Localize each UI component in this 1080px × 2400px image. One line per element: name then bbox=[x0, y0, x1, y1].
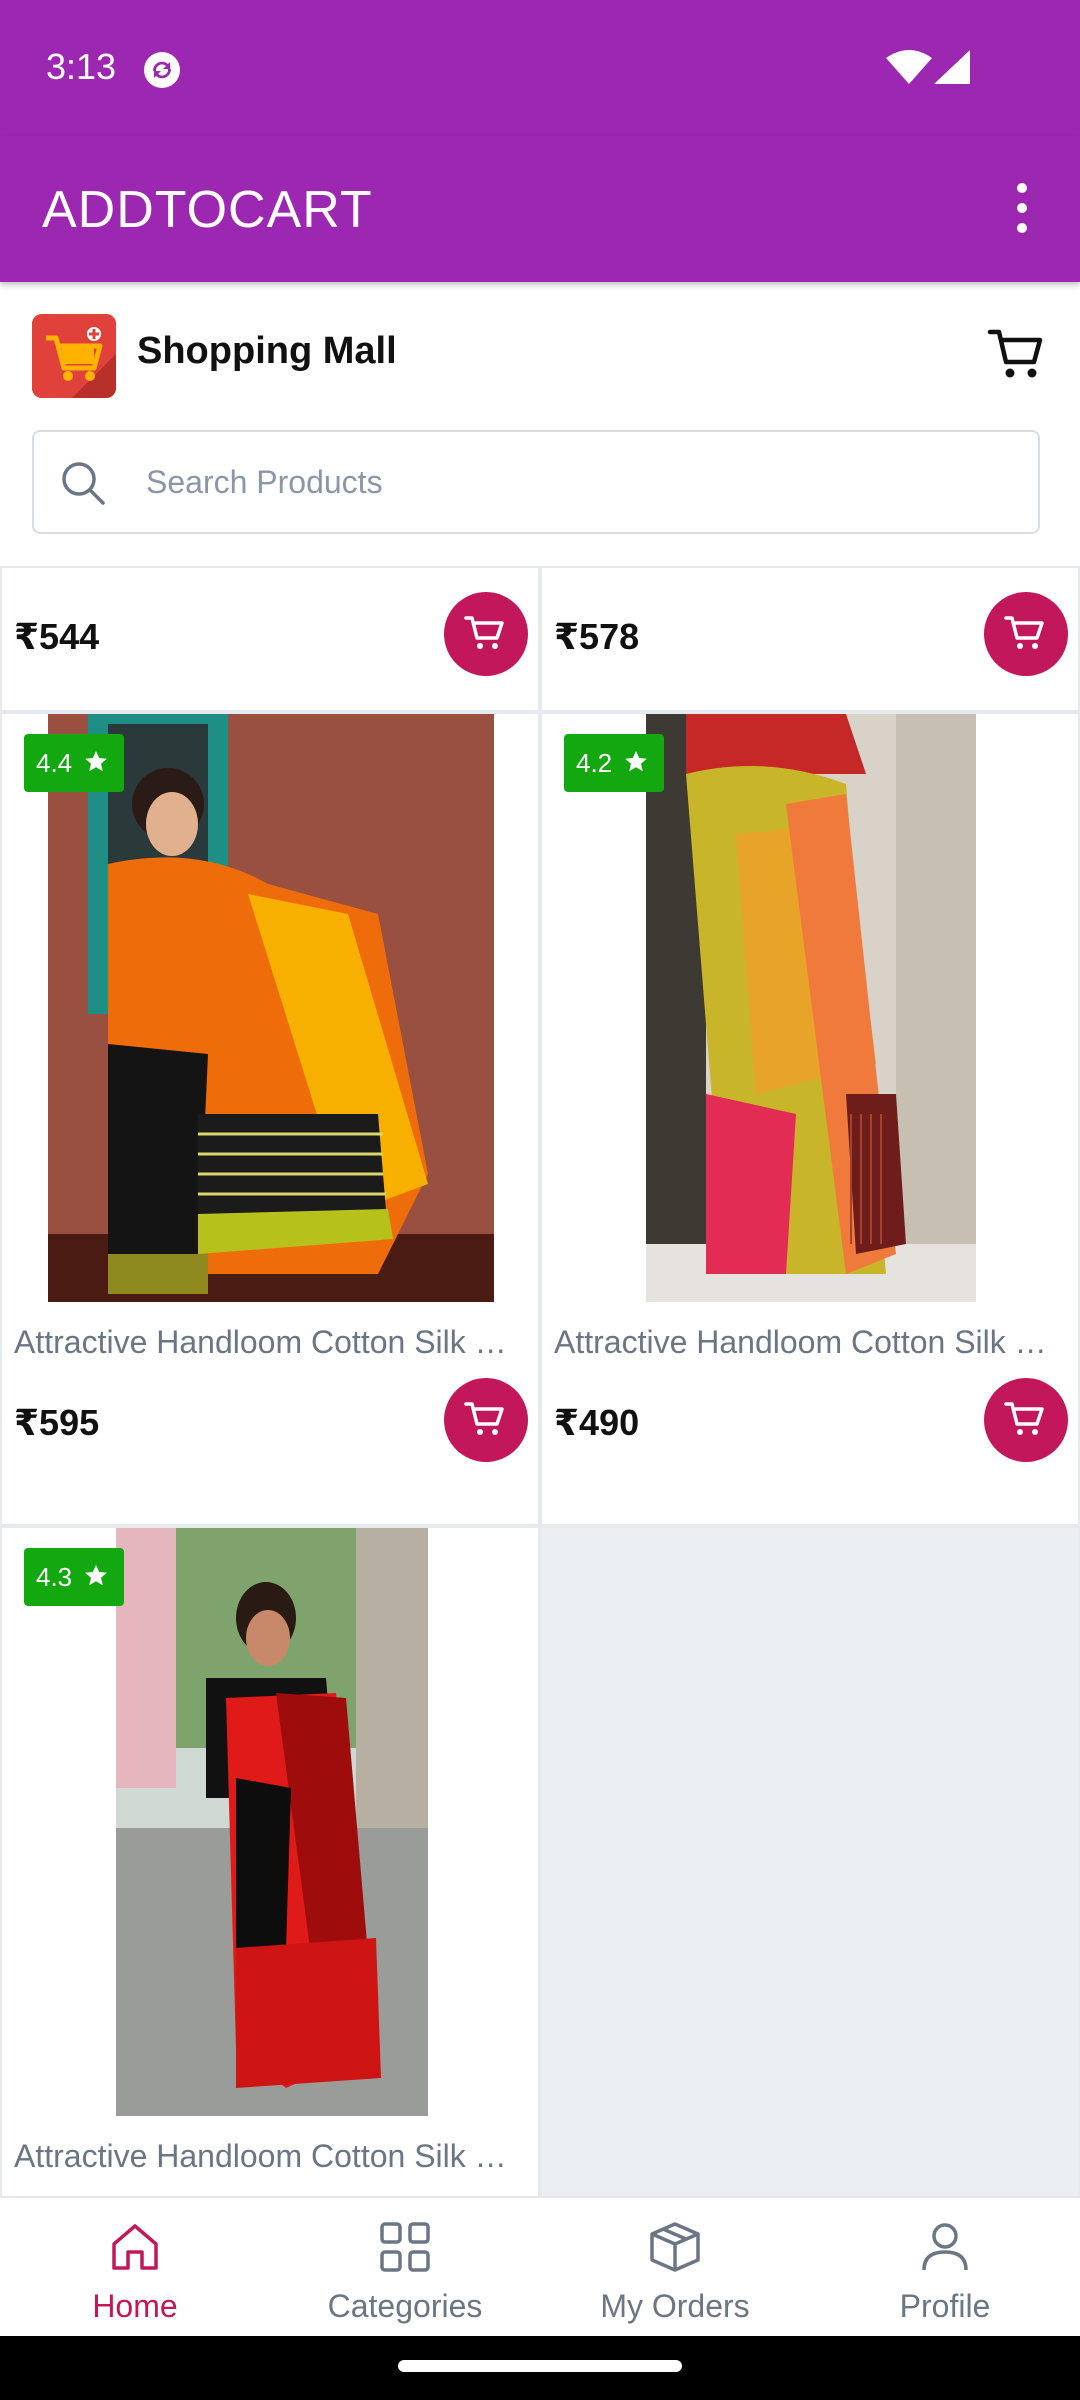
product-image[interactable] bbox=[48, 714, 494, 1302]
add-to-cart-button[interactable] bbox=[444, 1378, 528, 1462]
rating-badge: 4.2 bbox=[564, 734, 664, 792]
product-image[interactable] bbox=[116, 1528, 428, 2116]
product-price: ₹490 bbox=[554, 1402, 640, 1443]
add-to-cart-button[interactable] bbox=[984, 1378, 1068, 1462]
product-card[interactable]: ₹578 bbox=[540, 566, 1080, 712]
product-card[interactable]: 4.2 Attractive Handloom Cotton Silk Sare… bbox=[540, 712, 1080, 1526]
nav-home[interactable]: Home bbox=[0, 2198, 270, 2338]
add-to-cart-button[interactable] bbox=[984, 592, 1068, 676]
cart-icon[interactable] bbox=[986, 326, 1046, 382]
search-input[interactable] bbox=[146, 450, 1006, 514]
system-gesture-bar bbox=[0, 2336, 1080, 2400]
home-icon bbox=[112, 2224, 158, 2270]
signal-icon bbox=[934, 50, 970, 84]
search-icon bbox=[62, 462, 105, 505]
star-icon bbox=[85, 751, 107, 772]
star-icon bbox=[85, 1565, 107, 1586]
home-gesture-handle[interactable] bbox=[398, 2360, 682, 2372]
nav-my-orders[interactable]: My Orders bbox=[540, 2198, 810, 2338]
product-title[interactable]: Attractive Handloom Cotton Silk Saree bbox=[554, 1324, 1064, 1361]
nav-profile[interactable]: Profile bbox=[810, 2198, 1080, 2338]
overflow-menu-icon[interactable] bbox=[1000, 176, 1044, 240]
status-bar: 3:13 bbox=[0, 0, 1080, 136]
rating-value: 4.2 bbox=[576, 748, 613, 778]
store-header: Shopping Mall bbox=[0, 290, 1080, 420]
cart-icon bbox=[464, 616, 504, 649]
product-title[interactable]: Attractive Handloom Cotton Silk Saree bbox=[14, 2138, 524, 2175]
cart-icon bbox=[1004, 616, 1044, 649]
product-card[interactable]: ₹544 bbox=[0, 566, 540, 712]
product-image[interactable] bbox=[646, 714, 976, 1302]
nav-label: Profile bbox=[899, 2288, 991, 2324]
rating-value: 4.4 bbox=[36, 748, 73, 778]
product-card[interactable]: 4.4 Attractive Handloom Cotton Silk Sare… bbox=[0, 712, 540, 1526]
product-price: ₹544 bbox=[14, 616, 100, 657]
grid-icon bbox=[380, 2222, 430, 2272]
product-price: ₹578 bbox=[554, 616, 640, 657]
box-icon bbox=[650, 2222, 700, 2272]
rating-value: 4.3 bbox=[36, 1562, 73, 1592]
cart-icon bbox=[1004, 1402, 1044, 1435]
sync-icon bbox=[144, 52, 180, 88]
store-name: Shopping Mall bbox=[137, 330, 397, 372]
search-bar bbox=[32, 430, 1040, 534]
status-time: 3:13 bbox=[46, 46, 117, 87]
star-icon bbox=[625, 751, 647, 772]
product-title[interactable]: Attractive Handloom Cotton Silk Saree bbox=[14, 1324, 524, 1361]
app-bar: ADDTOCART bbox=[0, 136, 1080, 282]
shopping-cart-logo-icon bbox=[32, 314, 116, 398]
app-title: ADDTOCART bbox=[42, 181, 373, 239]
product-card[interactable]: 4.3 Attractive Handloom Cotton Silk Sare… bbox=[0, 1526, 540, 2196]
product-grid: ₹544 ₹578 4.4 Attractive Handloom Cotton… bbox=[0, 566, 1080, 2196]
empty-grid-slot bbox=[540, 1526, 1080, 2196]
product-price: ₹595 bbox=[14, 1402, 100, 1443]
nav-label: Home bbox=[92, 2288, 178, 2324]
rating-badge: 4.4 bbox=[24, 734, 124, 792]
wifi-icon bbox=[886, 50, 932, 84]
nav-label: Categories bbox=[327, 2288, 483, 2324]
add-to-cart-button[interactable] bbox=[444, 592, 528, 676]
store-logo bbox=[32, 314, 116, 398]
bottom-navigation: Home Categories My Orders Profile bbox=[0, 2196, 1080, 2336]
cart-icon bbox=[464, 1402, 504, 1435]
rating-badge: 4.3 bbox=[24, 1548, 124, 1606]
nav-categories[interactable]: Categories bbox=[270, 2198, 540, 2338]
nav-label: My Orders bbox=[600, 2288, 750, 2324]
person-icon bbox=[922, 2223, 968, 2271]
